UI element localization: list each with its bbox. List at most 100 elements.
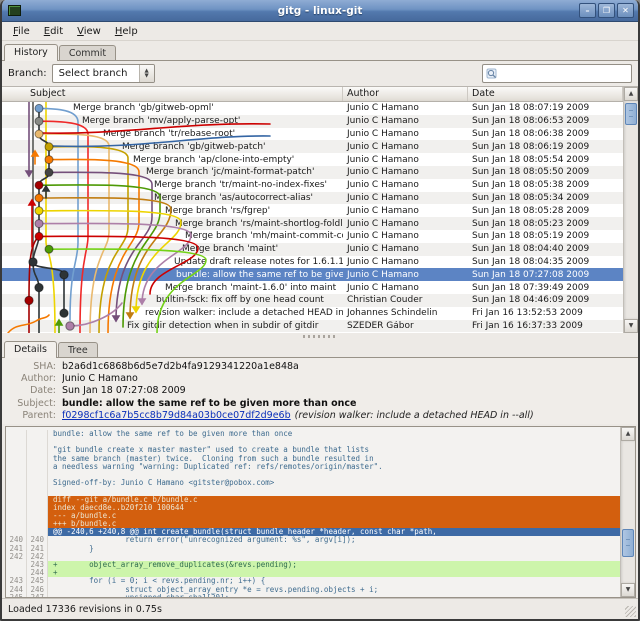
commit-row[interactable]: Update draft release notes for 1.6.1.1 Ju… xyxy=(2,256,623,269)
commit-subject: Merge branch 'rs/fgrep' xyxy=(165,205,271,216)
commit-row[interactable]: Merge branch 'gb/gitweb-opml' Junio C Ham… xyxy=(2,102,623,115)
sha-label: SHA: xyxy=(33,361,56,372)
commit-row[interactable]: Merge branch 'ap/clone-into-empty' Junio … xyxy=(2,153,623,166)
commit-row[interactable]: Merge branch 'maint-1.6.0' into maint Jun… xyxy=(2,281,623,294)
commit-date: Sun Jan 18 08:05:54 2009 xyxy=(472,154,590,165)
commit-subject: Merge branch 'ap/clone-into-empty' xyxy=(133,154,295,165)
commit-subject: Merge branch 'rs/maint-shortlog-foldline… xyxy=(175,218,343,229)
list-scrollbar[interactable]: ▲ ▼ xyxy=(623,87,638,333)
diff-line-msg xyxy=(6,438,620,447)
maximize-button[interactable]: ❐ xyxy=(598,3,615,18)
commit-row[interactable]: Merge branch 'mv/apply-parse-opt' Junio C… xyxy=(2,114,623,128)
commit-subject: Merge branch 'maint-1.6.0' into maint xyxy=(165,282,337,293)
tab-tree[interactable]: Tree xyxy=(57,342,98,357)
diff-line-add: 244 + xyxy=(6,568,620,578)
tab-commit[interactable]: Commit xyxy=(58,45,117,60)
author-label: Author: xyxy=(20,373,56,385)
branch-stepper[interactable]: ▲ ▼ xyxy=(138,65,154,82)
chevron-down-icon: ▼ xyxy=(144,72,149,79)
diff-line-ctx: 241 241 } xyxy=(6,544,620,553)
diff-scroll-track[interactable] xyxy=(621,441,635,583)
diff-line-add: 243 + object_array_remove_duplicates(&rev… xyxy=(6,560,620,570)
commit-date: Sun Jan 18 08:04:40 2009 xyxy=(472,244,590,255)
commit-row[interactable]: Merge branch 'tr/maint-no-index-fixes' Ju… xyxy=(2,179,623,192)
commit-row[interactable]: Merge branch 'rs/fgrep' Junio C Hamano Sun… xyxy=(2,204,623,217)
commit-date: Sun Jan 18 08:06:53 2009 xyxy=(472,116,590,127)
commit-subject: Merge branch 'tr/rebase-root' xyxy=(103,128,236,139)
menu-item-help[interactable]: Help xyxy=(108,24,145,39)
search-box[interactable] xyxy=(482,64,632,83)
menu-item-file[interactable]: File xyxy=(6,24,37,39)
diff-line-msg: a needless warning "warning: Duplicated … xyxy=(6,462,620,471)
tab-details[interactable]: Details xyxy=(4,341,57,358)
commit-row[interactable]: bundle: allow the same ref to be given m… xyxy=(2,268,623,282)
commit-author: Junio C Hamano xyxy=(347,103,419,114)
diff-line-file: --- a/bundle.c xyxy=(6,511,620,521)
commit-row[interactable]: Merge branch 'jc/maint-format-patch' Juni… xyxy=(2,165,623,179)
commit-list: Subject Author Date Merge branch 'gb/git… xyxy=(2,86,638,333)
commit-row[interactable]: revision walker: include a detached HEAD… xyxy=(2,307,623,320)
menu-item-view[interactable]: View xyxy=(70,24,108,39)
scroll-up-icon[interactable]: ▲ xyxy=(624,87,638,101)
commit-date: Sun Jan 18 08:06:38 2009 xyxy=(472,128,590,139)
diff-line-ctx: 243 245 for (i = 0; i < revs.pending.nr; … xyxy=(6,577,620,586)
commit-date: Sun Jan 18 07:39:49 2009 xyxy=(472,282,590,293)
commit-row[interactable]: Merge branch 'rs/maint-shortlog-foldline… xyxy=(2,217,623,230)
date-label: Date: xyxy=(30,385,56,397)
title-bar[interactable]: gitg - linux-git – ❐ ✕ xyxy=(2,0,638,22)
commit-date: Sun Jan 18 08:05:38 2009 xyxy=(472,180,590,191)
diff-line-msg: Signed-off-by: Junio C Hamano <gitster@p… xyxy=(6,479,620,488)
commit-row[interactable]: Merge branch 'mh/maint-commit-color-stat… xyxy=(2,230,623,243)
commit-row[interactable]: Merge branch 'gb/gitweb-patch' Junio C Ha… xyxy=(2,140,623,154)
list-scroll-track[interactable] xyxy=(624,101,638,319)
commit-row[interactable]: builtin-fsck: fix off by one head count C… xyxy=(2,293,623,307)
commit-author: Junio C Hamano xyxy=(347,167,419,178)
commit-author: Junio C Hamano xyxy=(347,154,419,165)
scroll-up-icon[interactable]: ▲ xyxy=(621,427,635,442)
column-author[interactable]: Author xyxy=(343,87,468,101)
column-date[interactable]: Date xyxy=(468,87,623,101)
scroll-down-icon[interactable]: ▼ xyxy=(624,319,638,333)
date-value: Sun Jan 18 07:27:08 2009 xyxy=(62,385,186,397)
commit-date: Sun Jan 18 07:27:08 2009 xyxy=(472,269,590,280)
status-text: Loaded 17336 revisions in 0.75s xyxy=(8,603,162,615)
commit-row[interactable]: Fix gitdir detection when in subdir of g… xyxy=(2,319,623,333)
commit-author: Junio C Hamano xyxy=(347,256,419,267)
minimize-button[interactable]: – xyxy=(579,3,596,18)
commit-subject: bundle: allow the same ref to be given m… xyxy=(176,269,343,280)
menu-item-edit[interactable]: Edit xyxy=(37,24,70,39)
column-subject[interactable]: Subject xyxy=(2,87,343,101)
diff-line-file: +++ b/bundle.c xyxy=(6,520,620,529)
scroll-down-icon[interactable]: ▼ xyxy=(621,583,635,597)
diff-scrollbar[interactable]: ▲ ▼ xyxy=(620,427,635,597)
commit-row[interactable]: Merge branch 'as/autocorrect-alias' Junio… xyxy=(2,191,623,205)
parent-subject: (revision walker: include a detached HEA… xyxy=(294,409,534,421)
author-value: Junio C Hamano xyxy=(62,373,138,385)
commit-row[interactable]: Merge branch 'maint' Junio C Hamano Sun Ja… xyxy=(2,242,623,256)
diff-line-msg: "git bundle create x master master" used… xyxy=(6,446,620,455)
commit-author: Junio C Hamano xyxy=(347,128,419,139)
commit-subject: Merge branch 'gb/gitweb-patch' xyxy=(122,141,266,152)
diff-scroll-thumb[interactable] xyxy=(622,529,634,558)
pane-splitter[interactable] xyxy=(2,333,638,340)
commit-author: SZEDER Gábor xyxy=(347,320,414,331)
parent-sha-link[interactable]: f0298cf1c6a7b5cc8b79d84a03b0ce07df2d9e6b xyxy=(62,410,291,421)
resize-grip-icon[interactable] xyxy=(625,606,636,617)
commit-author: Junio C Hamano xyxy=(347,282,419,293)
commit-row[interactable]: Merge branch 'tr/rebase-root' Junio C Ham… xyxy=(2,128,623,141)
commit-author: Junio C Hamano xyxy=(347,269,419,280)
branch-select[interactable]: Select branch ▲ ▼ xyxy=(51,64,155,83)
diff-line-msg xyxy=(6,487,620,496)
tab-history[interactable]: History xyxy=(4,44,58,61)
commit-subject: Fix gitdir detection when in subdir of g… xyxy=(127,320,319,331)
branch-toolbar: Branch: Select branch ▲ ▼ xyxy=(2,61,638,86)
search-input[interactable] xyxy=(498,66,628,81)
diff-line-ctx: 245247 unsigned char sha1[20]; xyxy=(6,593,620,597)
commit-author: Junio C Hamano xyxy=(347,192,419,203)
diff-view: bundle: allow the same ref to be given m… xyxy=(5,426,636,598)
close-button[interactable]: ✕ xyxy=(617,3,634,18)
list-scroll-thumb[interactable] xyxy=(625,103,637,125)
commit-author: Junio C Hamano xyxy=(347,244,419,255)
commit-subject: Merge branch 'mv/apply-parse-opt' xyxy=(82,116,241,127)
commit-author: Junio C Hamano xyxy=(347,116,419,127)
